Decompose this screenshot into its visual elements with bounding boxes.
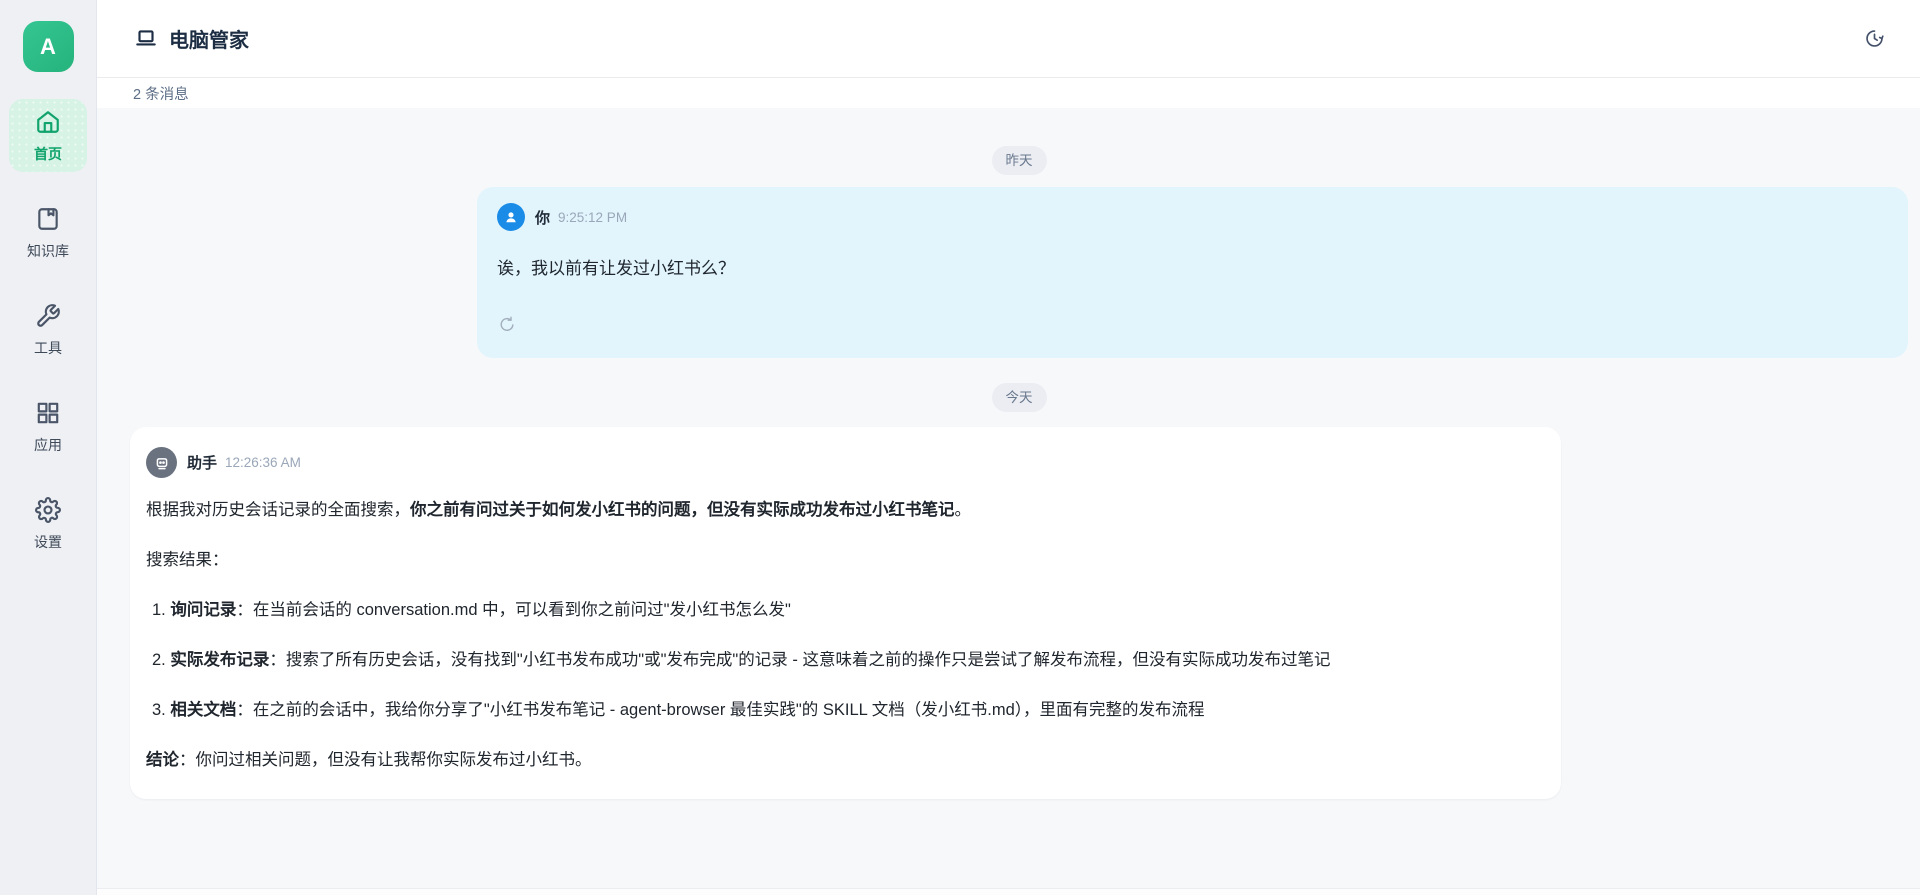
date-separator-yesterday: 昨天: [991, 146, 1047, 175]
sidebar-item-apps[interactable]: 应用: [9, 390, 87, 463]
sidebar-item-knowledge-base[interactable]: 知识库: [9, 196, 87, 269]
refresh-icon[interactable]: [497, 315, 517, 335]
sidebar-nav: 首页 知识库 工具 应用 设置: [9, 99, 87, 560]
bottom-divider: [97, 888, 1920, 895]
message-timestamp: 12:26:36 AM: [225, 455, 301, 470]
chat-scroll-area[interactable]: 昨天 你 9:25:12 PM 诶，我以前有让发过小红书么？ 今天 助手 12:…: [97, 108, 1920, 888]
app-window: A 首页 知识库 工具 应用 设置 电脑管家 2 条消息 昨天 你 9:25:1…: [0, 0, 1920, 895]
home-icon: [35, 109, 61, 140]
main-panel: 电脑管家 2 条消息 昨天 你 9:25:12 PM 诶，我以前有让发过小红书么…: [97, 0, 1920, 895]
assistant-message-body: 根据我对历史会话记录的全面搜索，你之前有问过关于如何发小红书的问题，但没有实际成…: [146, 497, 1545, 773]
paragraph: 搜索结果：: [146, 551, 229, 569]
sidebar-item-label: 知识库: [27, 243, 69, 259]
user-message-bubble: 你 9:25:12 PM 诶，我以前有让发过小红书么？: [477, 187, 1908, 358]
wrench-icon: [35, 303, 61, 334]
book-icon: [35, 206, 61, 237]
list-item: 2. 实际发布记录：搜索了所有历史会话，没有找到"小红书发布成功"或"发布完成"…: [152, 651, 1331, 669]
paragraph: 结论：你问过相关问题，但没有让我帮你实际发布过小红书。: [146, 751, 592, 769]
paragraph: 根据我对历史会话记录的全面搜索，你之前有问过关于如何发小红书的问题，但没有实际成…: [146, 501, 971, 519]
sidebar-item-label: 应用: [34, 437, 62, 453]
message-timestamp: 9:25:12 PM: [558, 209, 628, 225]
user-avatar: [497, 203, 525, 231]
user-profile-avatar[interactable]: A: [22, 21, 74, 72]
sidebar-item-label: 工具: [34, 340, 62, 356]
person-icon: [506, 212, 516, 223]
date-separator-today: 今天: [991, 383, 1047, 412]
gear-icon: [35, 497, 61, 528]
header: 电脑管家: [97, 0, 1920, 78]
sidebar-item-tools[interactable]: 工具: [9, 293, 87, 366]
sender-name: 你: [535, 209, 551, 227]
sidebar-item-settings[interactable]: 设置: [9, 487, 87, 560]
assistant-message-card: 助手 12:26:36 AM 根据我对历史会话记录的全面搜索，你之前有问过关于如…: [130, 427, 1561, 799]
list-item: 1. 询问记录：在当前会话的 conversation.md 中，可以看到你之前…: [152, 601, 791, 619]
page-title: 电脑管家: [169, 30, 249, 52]
message-count: 2 条消息: [97, 78, 1920, 108]
assistant-avatar: [146, 447, 177, 478]
laptop-icon: [133, 26, 159, 52]
sidebar-item-home[interactable]: 首页: [9, 99, 87, 172]
sidebar-item-label: 设置: [34, 534, 62, 550]
list-item: 3. 相关文档：在之前的会话中，我给你分享了"小红书发布笔记 - agent-b…: [152, 701, 1205, 719]
robot-icon: [156, 457, 167, 469]
clock-history-icon[interactable]: [1858, 23, 1890, 55]
grid-icon: [35, 400, 61, 431]
sidebar-item-label: 首页: [34, 146, 62, 162]
user-message-text: 诶，我以前有让发过小红书么？: [497, 259, 735, 278]
sender-name: 助手: [187, 455, 218, 472]
sidebar: A 首页 知识库 工具 应用 设置: [0, 0, 97, 895]
